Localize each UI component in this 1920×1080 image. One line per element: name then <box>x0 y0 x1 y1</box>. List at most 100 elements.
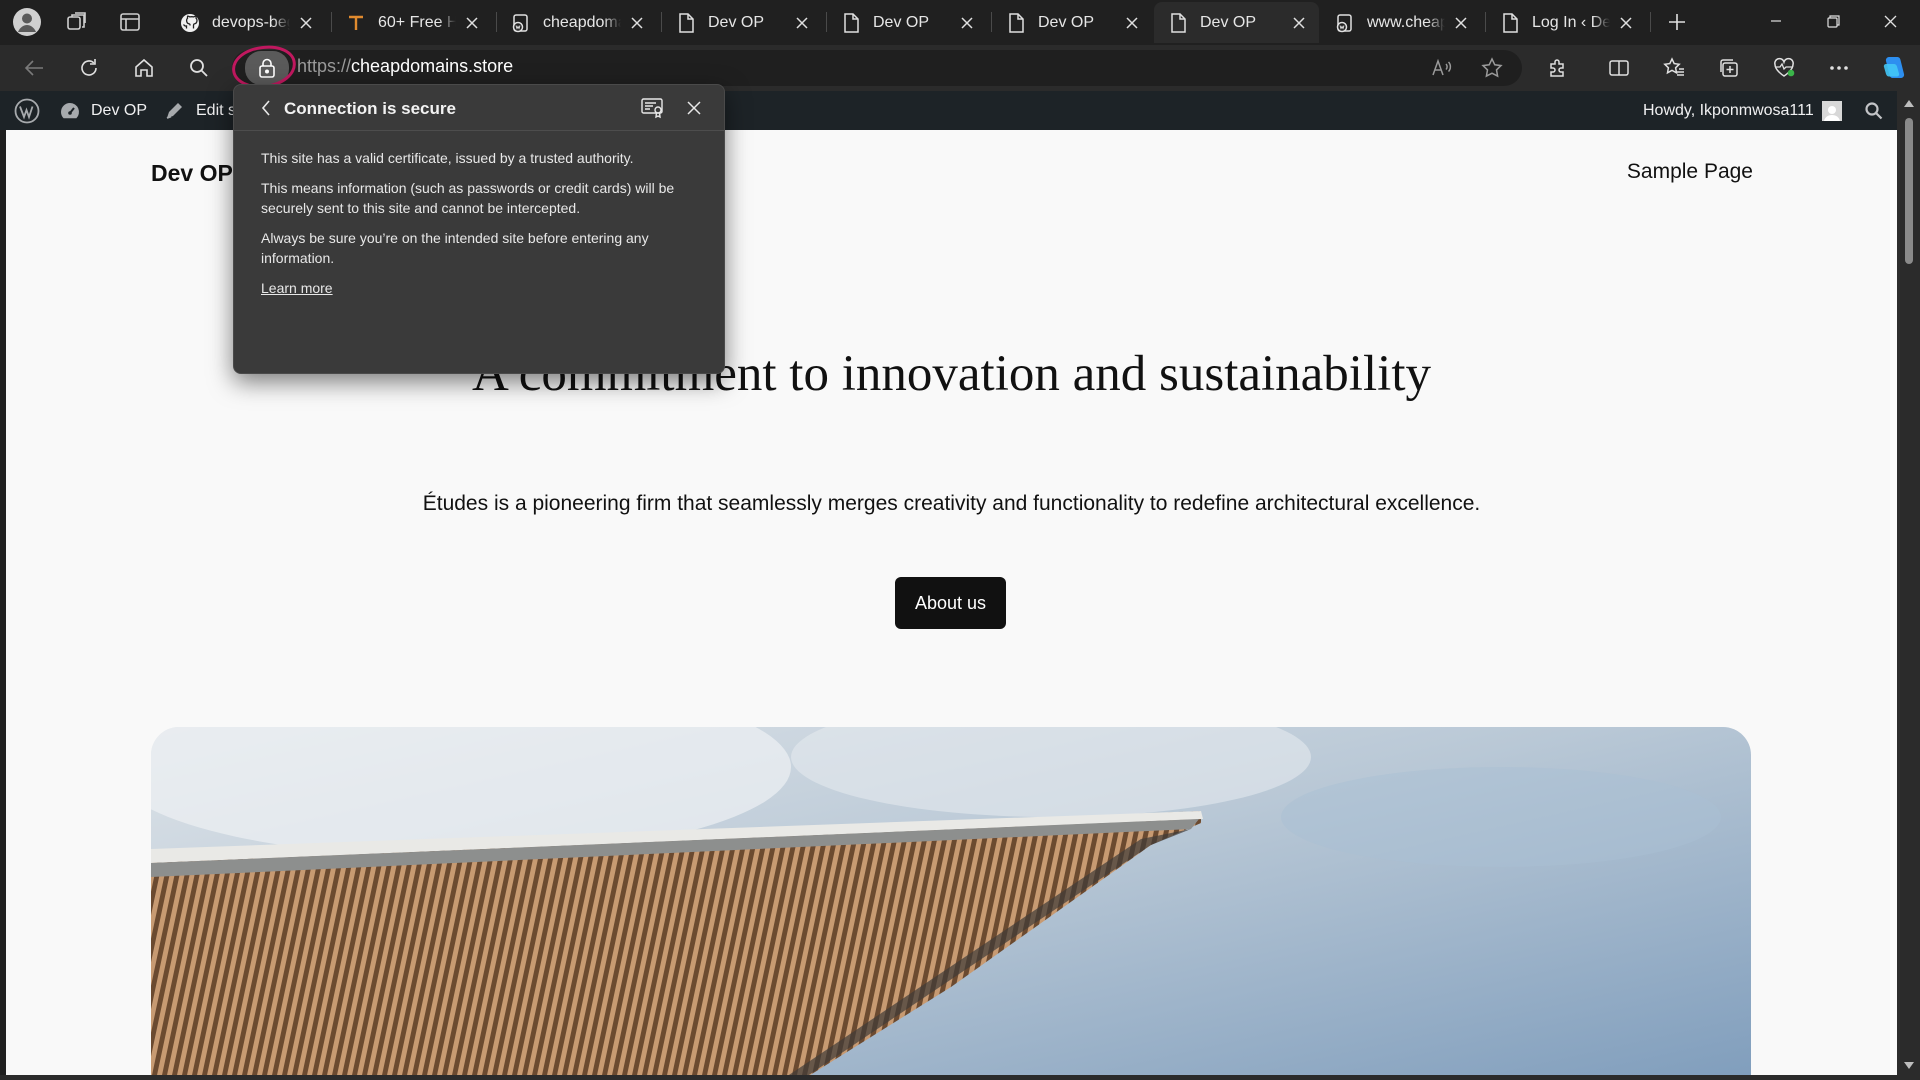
tab-4[interactable]: Dev OP <box>827 2 987 43</box>
puzzle-icon <box>1550 59 1564 77</box>
new-tab-button[interactable] <box>1661 6 1693 38</box>
page-icon <box>1500 12 1520 33</box>
url-text[interactable]: https://cheapdomains.store <box>297 56 513 77</box>
back-button[interactable] <box>16 50 52 86</box>
plus-icon <box>1669 14 1685 30</box>
favorite-star-button[interactable] <box>1474 50 1510 86</box>
home-button[interactable] <box>126 50 162 86</box>
security-message: This means information (such as password… <box>261 180 675 216</box>
tab-6-active[interactable]: Dev OP <box>1154 2 1319 43</box>
tab-title: Log In ‹ Dev OP <box>1532 13 1610 31</box>
restore-icon <box>1826 14 1840 28</box>
read-aloud-button[interactable] <box>1424 50 1460 86</box>
tab-8[interactable]: Log In ‹ Dev OP <box>1486 2 1646 43</box>
tab-2[interactable]: cheapdomains <box>497 2 657 43</box>
vertical-tabs-icon <box>120 13 140 31</box>
minimize-icon <box>1771 20 1781 22</box>
scroll-down-arrow-icon[interactable] <box>1903 1059 1915 1071</box>
extensions-button[interactable] <box>1540 50 1576 86</box>
profile-button[interactable] <box>11 6 43 38</box>
search-button[interactable] <box>181 50 217 86</box>
tab-3[interactable]: Dev OP <box>662 2 822 43</box>
split-screen-icon <box>1609 60 1629 76</box>
wordpress-tab-icon <box>511 13 531 33</box>
close-icon[interactable] <box>1122 13 1142 33</box>
hero-building-image <box>151 727 1751 1075</box>
page-icon <box>841 12 861 33</box>
chevron-left-icon <box>261 100 270 116</box>
search-icon <box>190 59 208 77</box>
learn-more-link[interactable]: Learn more <box>261 280 333 296</box>
wordpress-logo-icon <box>14 98 40 123</box>
about-us-button[interactable]: About us <box>895 577 1006 629</box>
popup-close-button[interactable] <box>682 96 706 120</box>
copilot-icon <box>1883 57 1905 78</box>
close-icon[interactable] <box>957 13 977 33</box>
collections-button[interactable] <box>1711 50 1747 86</box>
popup-body: This site has a valid certificate, issue… <box>261 148 701 298</box>
tab-0[interactable]: devops-beginners <box>166 2 326 43</box>
dashboard-icon <box>59 101 81 121</box>
browser-essentials-button[interactable] <box>1766 50 1802 86</box>
close-icon <box>1884 15 1896 27</box>
close-icon[interactable] <box>1289 13 1309 33</box>
page-icon <box>676 12 696 33</box>
profile-icon <box>13 8 41 36</box>
close-window-button[interactable] <box>1862 0 1918 42</box>
tab-title: 60+ Free HTML <box>378 13 456 31</box>
close-icon <box>687 101 701 115</box>
tab-5[interactable]: Dev OP <box>992 2 1152 43</box>
page-scrollbar[interactable] <box>1897 91 1920 1075</box>
url-host: cheapdomains.store <box>351 56 514 76</box>
certificate-icon <box>641 98 663 119</box>
wp-site-name-label: Dev OP <box>91 101 148 119</box>
heart-pulse-icon <box>1774 57 1795 77</box>
workspaces-icon <box>67 12 86 30</box>
close-icon[interactable] <box>792 13 812 33</box>
tab-1[interactable]: 60+ Free HTML <box>332 2 492 43</box>
warning-message: Always be sure you’re on the intended si… <box>261 230 649 266</box>
site-title[interactable]: Dev OP <box>151 160 233 187</box>
more-horizontal-icon <box>1830 66 1848 70</box>
wp-site-name[interactable]: Dev OP <box>59 91 147 130</box>
wordpress-tab-icon <box>1335 13 1355 33</box>
tab-title: Dev OP <box>708 13 765 31</box>
close-icon[interactable] <box>627 13 647 33</box>
collections-icon <box>1720 59 1738 77</box>
wp-greeting: Howdy, Ikponmwosa111 <box>1643 101 1814 119</box>
page-icon <box>1168 12 1188 33</box>
restore-button[interactable] <box>1805 0 1861 42</box>
favorites-icon <box>1663 57 1684 76</box>
close-icon[interactable] <box>462 13 482 33</box>
settings-more-button[interactable] <box>1821 50 1857 86</box>
minimize-button[interactable] <box>1748 0 1804 42</box>
tab-7[interactable]: www.cheapdomains <box>1321 2 1481 43</box>
tab-title: devops-beginners <box>212 13 290 31</box>
scroll-up-arrow-icon[interactable] <box>1903 97 1915 109</box>
close-icon[interactable] <box>1616 13 1636 33</box>
favorites-button[interactable] <box>1656 50 1692 86</box>
read-aloud-icon <box>1432 58 1452 76</box>
workspaces-button[interactable] <box>61 6 93 38</box>
wp-search-button[interactable] <box>1864 91 1884 130</box>
url-protocol: https:// <box>297 56 352 76</box>
tab-title: Dev OP <box>873 13 930 31</box>
popup-back-button[interactable] <box>256 98 276 118</box>
scrollbar-thumb[interactable] <box>1905 118 1913 264</box>
tab-title: Dev OP <box>1038 13 1095 31</box>
refresh-button[interactable] <box>71 50 107 86</box>
close-icon[interactable] <box>296 13 316 33</box>
tab-actions-button[interactable] <box>114 6 146 38</box>
wp-logo-button[interactable] <box>14 91 40 130</box>
hero-description: Études is a pioneering firm that seamles… <box>422 492 1481 515</box>
wp-account-menu[interactable]: Howdy, Ikponmwosa111 <box>1643 91 1842 130</box>
nav-sample-page[interactable]: Sample Page <box>1627 160 1753 184</box>
certificate-button[interactable] <box>640 96 666 120</box>
avatar <box>1821 100 1842 121</box>
split-screen-button[interactable] <box>1601 50 1637 86</box>
close-icon[interactable] <box>1451 13 1471 33</box>
t-logo-icon <box>346 13 366 33</box>
copilot-button[interactable] <box>1876 50 1912 86</box>
arrow-left-icon <box>24 60 43 76</box>
tab-title: cheapdomains <box>543 13 621 31</box>
